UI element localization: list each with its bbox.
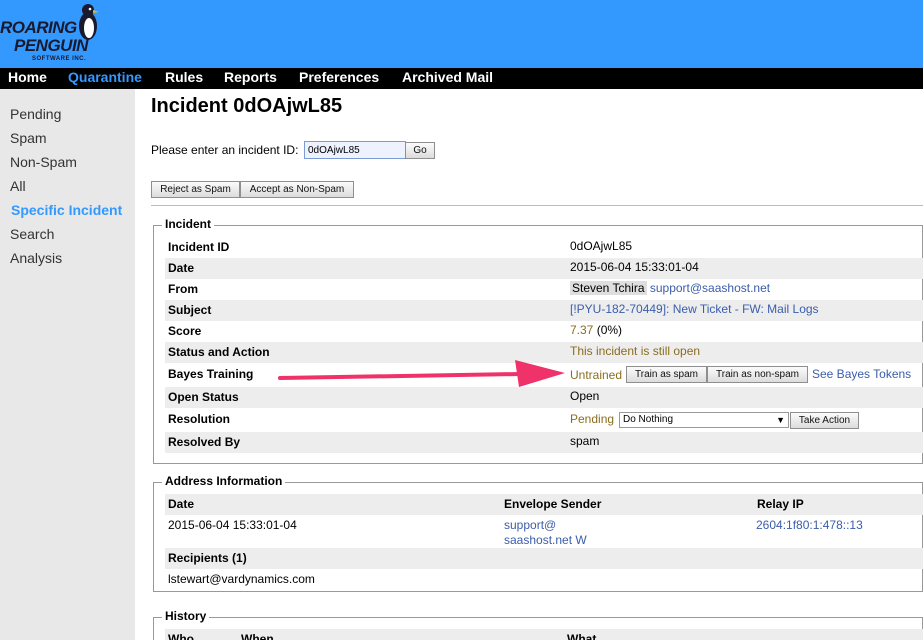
- page-title: Incident 0dOAjwL85: [151, 95, 343, 117]
- row-incident-id: Incident ID 0dOAjwL85: [165, 237, 923, 258]
- resolution-select[interactable]: Do Nothing ▼: [619, 412, 789, 428]
- subject-label: Subject: [168, 303, 212, 317]
- app-header: ROARING PENGUIN SOFTWARE INC.: [0, 0, 923, 68]
- nav-reports[interactable]: Reports: [224, 69, 277, 85]
- nav-preferences[interactable]: Preferences: [299, 69, 379, 85]
- nav-rules[interactable]: Rules: [165, 69, 203, 85]
- row-date: Date 2015-06-04 15:33:01-04: [165, 258, 923, 279]
- bayes-state: Untrained: [570, 368, 623, 382]
- incident-id-value: 0dOAjwL85: [570, 239, 633, 253]
- sidebar-item-all[interactable]: All: [10, 178, 26, 194]
- take-action-button[interactable]: Take Action: [790, 412, 859, 429]
- logo-line-2: PENGUIN: [14, 36, 88, 55]
- address-data-row: 2015-06-04 15:33:01-04 support@ saashost…: [165, 516, 923, 548]
- train-as-spam-button[interactable]: Train as spam: [626, 366, 707, 383]
- logo-line-1: ROARING: [0, 18, 77, 37]
- relay-ip-link[interactable]: 2604:1f80:1:478::13: [756, 518, 863, 532]
- history-header-row: Who When What: [165, 629, 923, 640]
- resolution-state: Pending: [570, 412, 615, 426]
- train-as-non-spam-button[interactable]: Train as non-spam: [707, 366, 808, 383]
- score-percent: (0%): [596, 323, 623, 337]
- incident-fieldset: Incident Incident ID 0dOAjwL85 Date 2015…: [153, 217, 923, 464]
- date-value: 2015-06-04 15:33:01-04: [570, 260, 699, 274]
- accept-as-non-spam-button[interactable]: Accept as Non-Spam: [240, 181, 354, 198]
- row-resolution: Resolution Pending Do Nothing ▼ Take Act…: [165, 409, 923, 432]
- status-value: This incident is still open: [570, 344, 701, 358]
- date-label: Date: [168, 261, 195, 275]
- score-label: Score: [168, 324, 202, 338]
- envelope-sender-line-2[interactable]: saashost.net W: [504, 533, 587, 547]
- history-fieldset: History Who When What: [153, 609, 923, 640]
- bayes-label: Bayes Training: [168, 367, 254, 381]
- address-header-date: Date: [168, 497, 195, 511]
- sidebar-item-spam[interactable]: Spam: [10, 130, 47, 146]
- resolved-by-value: spam: [570, 434, 600, 448]
- open-status-label: Open Status: [168, 390, 239, 404]
- incident-id-input[interactable]: [304, 141, 406, 159]
- nav-quarantine[interactable]: Quarantine: [68, 69, 142, 85]
- row-status: Status and Action This incident is still…: [165, 342, 923, 363]
- nav-archived-mail[interactable]: Archived Mail: [402, 69, 493, 85]
- caret-down-icon: ▼: [776, 415, 785, 425]
- recipient-row: lstewart@vardynamics.com: [165, 570, 923, 591]
- address-legend: Address Information: [162, 474, 286, 488]
- sidebar: Pending Spam Non-Spam All Specific Incid…: [0, 89, 135, 640]
- address-header-sender: Envelope Sender: [504, 497, 602, 511]
- history-header-when: When: [241, 632, 274, 640]
- row-bayes: Bayes Training Untrained Train as spam T…: [165, 364, 923, 387]
- history-header-who: Who: [168, 632, 194, 640]
- envelope-sender-line-1[interactable]: support@: [504, 518, 556, 532]
- from-value: Steven Tchira support@saashost.net: [570, 281, 770, 295]
- resolved-by-label: Resolved By: [168, 435, 241, 449]
- sidebar-item-analysis[interactable]: Analysis: [10, 250, 62, 266]
- address-header-relay: Relay IP: [757, 497, 804, 511]
- address-header-row: Date Envelope Sender Relay IP: [165, 494, 923, 515]
- see-bayes-tokens-link[interactable]: See Bayes Tokens: [812, 367, 911, 381]
- resolution-label: Resolution: [168, 412, 230, 426]
- subject-link[interactable]: [!PYU-182-70449]: New Ticket - FW: Mail …: [570, 302, 819, 316]
- reject-as-spam-button[interactable]: Reject as Spam: [151, 181, 240, 198]
- sidebar-item-search[interactable]: Search: [10, 226, 54, 242]
- status-label: Status and Action: [168, 345, 270, 359]
- top-nav: Home Quarantine Rules Reports Preference…: [0, 68, 923, 89]
- address-date: 2015-06-04 15:33:01-04: [168, 518, 297, 532]
- from-email-link[interactable]: support@saashost.net: [650, 281, 770, 295]
- history-legend: History: [162, 609, 210, 623]
- address-fieldset: Address Information Date Envelope Sender…: [153, 474, 923, 592]
- divider: [151, 205, 923, 206]
- logo-line-3: SOFTWARE INC.: [32, 56, 87, 62]
- from-name: Steven Tchira: [570, 281, 647, 295]
- score-value: 7.37 (0%): [570, 323, 622, 337]
- recipient-email: lstewart@vardynamics.com: [168, 572, 315, 586]
- from-label: From: [168, 282, 198, 296]
- sidebar-item-pending[interactable]: Pending: [10, 106, 61, 122]
- main-content: Incident 0dOAjwL85 Please enter an incid…: [135, 89, 923, 640]
- incident-legend: Incident: [162, 217, 215, 231]
- row-open-status: Open Status Open: [165, 387, 923, 408]
- roaring-penguin-logo[interactable]: ROARING PENGUIN SOFTWARE INC.: [0, 2, 110, 66]
- recipients-header-row: Recipients (1): [165, 548, 923, 569]
- go-button[interactable]: Go: [405, 142, 435, 159]
- history-header-what: What: [567, 632, 597, 640]
- sidebar-item-non-spam[interactable]: Non-Spam: [10, 154, 77, 170]
- row-subject: Subject [!PYU-182-70449]: New Ticket - F…: [165, 300, 923, 321]
- score-number: 7.37: [570, 323, 594, 337]
- row-score: Score 7.37 (0%): [165, 321, 923, 342]
- row-resolved-by: Resolved By spam: [165, 432, 923, 453]
- row-from: From Steven Tchira support@saashost.net: [165, 279, 923, 300]
- resolution-select-value: Do Nothing: [623, 414, 674, 425]
- open-status-value: Open: [570, 389, 600, 403]
- sidebar-item-specific-incident[interactable]: Specific Incident: [11, 202, 122, 218]
- recipients-label: Recipients (1): [168, 551, 247, 565]
- nav-home[interactable]: Home: [8, 69, 47, 85]
- incident-id-label: Incident ID: [168, 240, 230, 254]
- incident-id-prompt: Please enter an incident ID:: [151, 143, 299, 157]
